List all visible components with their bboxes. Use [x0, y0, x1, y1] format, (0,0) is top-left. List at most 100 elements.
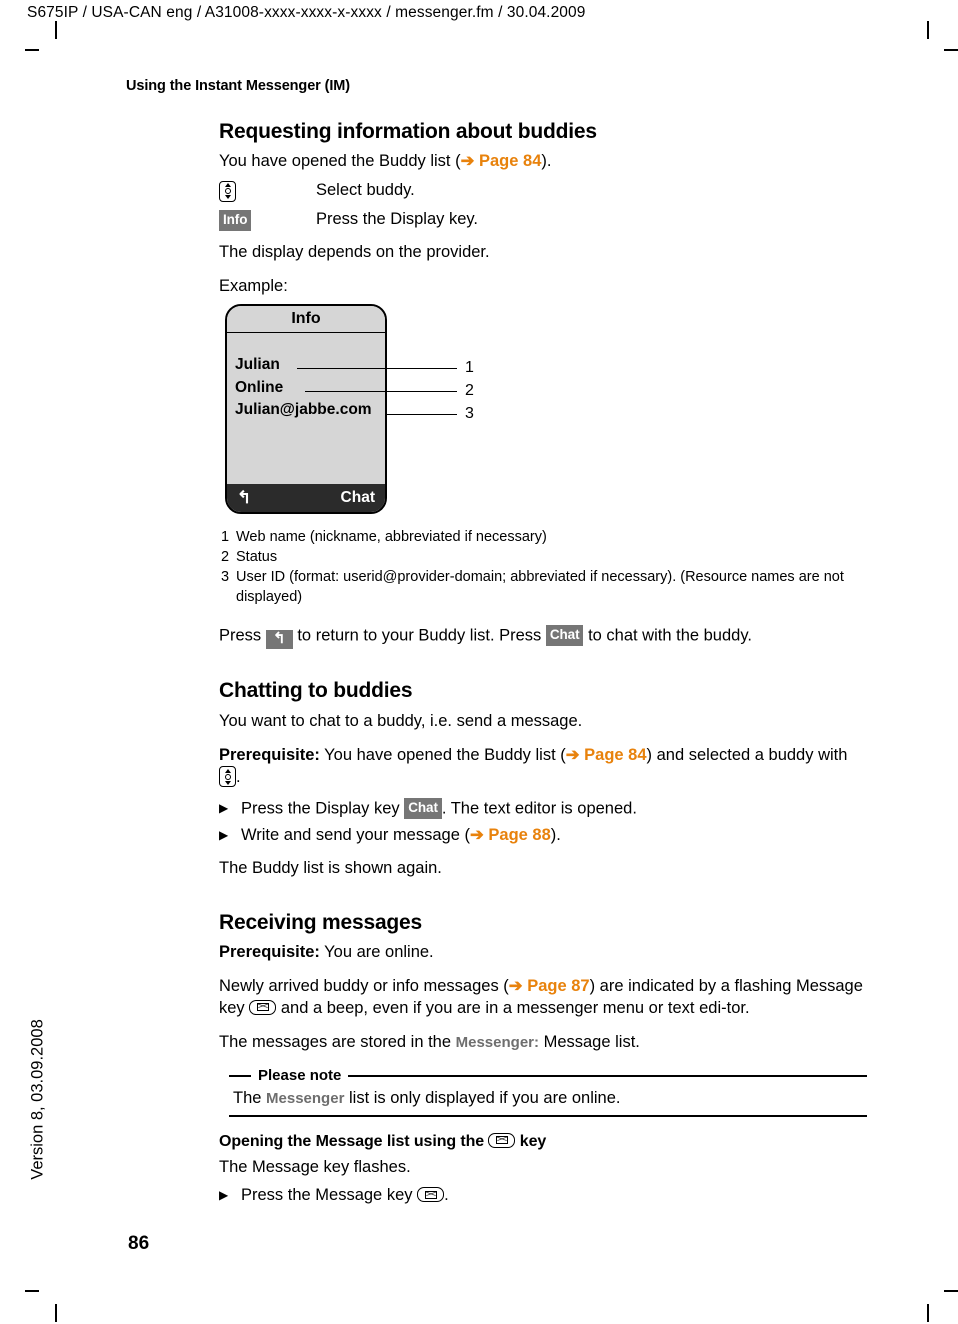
envelope-icon	[495, 1136, 508, 1145]
bullet-text: Press the Display key Chat. The text edi…	[241, 797, 867, 820]
legend-number: 2	[221, 549, 230, 566]
chatting-prerequisite-paragraph: Prerequisite: You have opened the Buddy …	[219, 745, 867, 789]
cross-reference-arrow-icon: ➔	[469, 825, 484, 844]
nav-key-icon[interactable]	[219, 180, 236, 202]
please-note-body: The Messenger list is only displayed if …	[229, 1084, 867, 1114]
note-rule-left	[229, 1075, 251, 1077]
message-key-icon[interactable]	[249, 999, 277, 1015]
provider-note-paragraph: The display depends on the provider.	[219, 242, 490, 261]
bullet-triangle-icon: ▶	[219, 1188, 229, 1203]
legend-text: Web name (nickname, abbreviated if neces…	[236, 528, 547, 545]
page-number: 86	[128, 1233, 150, 1254]
bullet-text-suffix: . The text editor is opened.	[441, 799, 637, 818]
please-note-header: Please note	[229, 1067, 867, 1084]
return-text-part2: to return to your Buddy list. Press	[292, 626, 546, 645]
document-header: S675IP / USA-CAN eng / A31008-xxxx-xxxx-…	[27, 4, 586, 21]
step-text-press-display-key: Press the Display key.	[316, 209, 479, 228]
section-heading-chatting-to-buddies: Chatting to buddies	[219, 679, 413, 703]
figure-legend: 1 Web name (nickname, abbreviated if nec…	[221, 528, 867, 607]
bullet-write-and-send-message: ▶ Write and send your message (➔ Page 88…	[219, 825, 867, 846]
message-key-icon[interactable]	[417, 1187, 445, 1203]
handset-display: Info Julian Online Julian@jabbe.com ↰ Ch…	[225, 303, 387, 514]
display-title-bar: Info	[227, 305, 385, 333]
softkey-chat[interactable]: Chat	[404, 797, 442, 819]
chapter-title: Using the Instant Messenger (IM)	[126, 78, 350, 94]
receiving-text-part1: Newly arrived buddy or info messages (	[219, 977, 509, 996]
return-text-part3: to chat with the buddy.	[583, 626, 752, 645]
crop-mark-bottom-left-vertical	[55, 1304, 57, 1322]
ui-term-messenger: Messenger	[266, 1090, 345, 1108]
chatting-intro-paragraph: You want to chat to a buddy, i.e. send a…	[219, 711, 583, 730]
bullet-text: Press the Message key .	[241, 1185, 867, 1206]
cross-reference-arrow-icon: ➔	[460, 152, 475, 171]
nav-key-center-circle	[224, 773, 231, 780]
step-icon-cell	[219, 180, 316, 203]
cross-reference-page-84[interactable]: Page 84	[479, 152, 541, 170]
display-line-user-id: Julian@jabbe.com	[235, 401, 372, 419]
crop-mark-top-right-vertical	[927, 21, 929, 39]
prerequisite-label: Prerequisite:	[219, 942, 320, 961]
please-note-title: Please note	[258, 1067, 342, 1085]
step-select-buddy: Select buddy.	[219, 180, 867, 203]
back-arrow-icon[interactable]: ↰	[237, 488, 251, 508]
bullet-text-prefix: Write and send your message (	[241, 825, 470, 844]
crop-mark-top-left-horizontal	[25, 49, 39, 51]
return-text-part1: Press	[219, 626, 266, 645]
handset-display-figure: Info Julian Online Julian@jabbe.com ↰ Ch…	[225, 303, 655, 520]
callout-number-3: 3	[465, 404, 474, 422]
back-arrow-key-icon[interactable]: ↰	[265, 630, 293, 650]
bullet-press-display-key-chat: ▶ Press the Display key Chat. The text e…	[219, 797, 867, 820]
receiving-prerequisite-paragraph: Prerequisite: You are online.	[219, 942, 867, 963]
requesting-intro-paragraph: You have opened the Buddy list (➔ Page 8…	[219, 151, 867, 172]
bullet-text: Write and send your message (➔ Page 88).	[241, 825, 867, 846]
softkey-chat[interactable]: Chat	[545, 624, 584, 646]
requesting-intro-suffix: ).	[541, 152, 552, 171]
legend-number: 3	[221, 569, 230, 586]
bullet-triangle-icon: ▶	[219, 800, 229, 815]
crop-mark-top-right-horizontal	[944, 49, 958, 51]
subsection-heading-opening-message-list: Opening the Message list using the key	[219, 1132, 867, 1151]
heading-text-part1: Opening the Message list using the	[219, 1132, 489, 1150]
legend-item: 2 Status	[221, 548, 867, 567]
display-softkey-chat[interactable]: Chat	[341, 489, 375, 507]
section-heading-requesting-information: Requesting information about buddies	[219, 120, 597, 143]
bullet-triangle-icon: ▶	[219, 827, 229, 842]
legend-text: User ID (format: userid@provider-domain;…	[236, 569, 844, 605]
legend-item: 3 User ID (format: userid@provider-domai…	[221, 568, 867, 607]
bullet-text-prefix: Press the Message key	[241, 1186, 418, 1205]
callout-number-2: 2	[465, 381, 474, 399]
stored-text-suffix: Message list.	[539, 1033, 640, 1052]
message-key-flashes-paragraph: The Message key flashes.	[219, 1157, 411, 1176]
legend-text: Status	[236, 549, 278, 566]
step-icon-cell: Info	[219, 209, 316, 232]
bullet-press-message-key: ▶ Press the Message key .	[219, 1185, 867, 1206]
cross-reference-page-87[interactable]: Page 87	[527, 977, 589, 995]
note-text-prefix: The	[233, 1089, 267, 1108]
messages-stored-paragraph: The messages are stored in the Messenger…	[219, 1032, 867, 1053]
nav-key-icon[interactable]	[219, 766, 236, 788]
receiving-text-part3: and a beep, even if you are in a messeng…	[276, 998, 750, 1017]
legend-number: 1	[221, 528, 230, 545]
message-key-icon[interactable]	[488, 1132, 516, 1148]
cross-reference-arrow-icon: ➔	[565, 745, 580, 764]
return-to-buddy-list-paragraph: Press ↰ to return to your Buddy list. Pr…	[219, 624, 867, 650]
crop-mark-bottom-left-horizontal	[25, 1290, 39, 1292]
callout-leader-line-3	[385, 413, 457, 416]
section-heading-receiving-messages: Receiving messages	[219, 910, 423, 934]
cross-reference-page-84[interactable]: Page 84	[584, 746, 646, 764]
softkey-info[interactable]: Info	[219, 209, 252, 231]
note-rule-bottom	[229, 1114, 867, 1117]
callout-leader-line-1	[297, 367, 457, 370]
prerequisite-text-3: .	[236, 768, 241, 787]
heading-text-part2: key	[515, 1132, 547, 1150]
nav-key-center-circle	[224, 188, 231, 195]
cross-reference-page-88[interactable]: Page 88	[488, 826, 550, 844]
stored-text-prefix: The messages are stored in the	[219, 1033, 456, 1052]
step-text-select-buddy: Select buddy.	[316, 180, 415, 199]
display-softkey-bar: ↰ Chat	[227, 483, 385, 512]
crop-mark-top-left-vertical	[55, 21, 57, 39]
envelope-icon	[256, 1003, 269, 1012]
note-rule-right	[348, 1075, 867, 1077]
please-note-box: Please note The Messenger list is only d…	[229, 1067, 867, 1117]
prerequisite-text-2: ) and selected a buddy with	[646, 745, 848, 764]
